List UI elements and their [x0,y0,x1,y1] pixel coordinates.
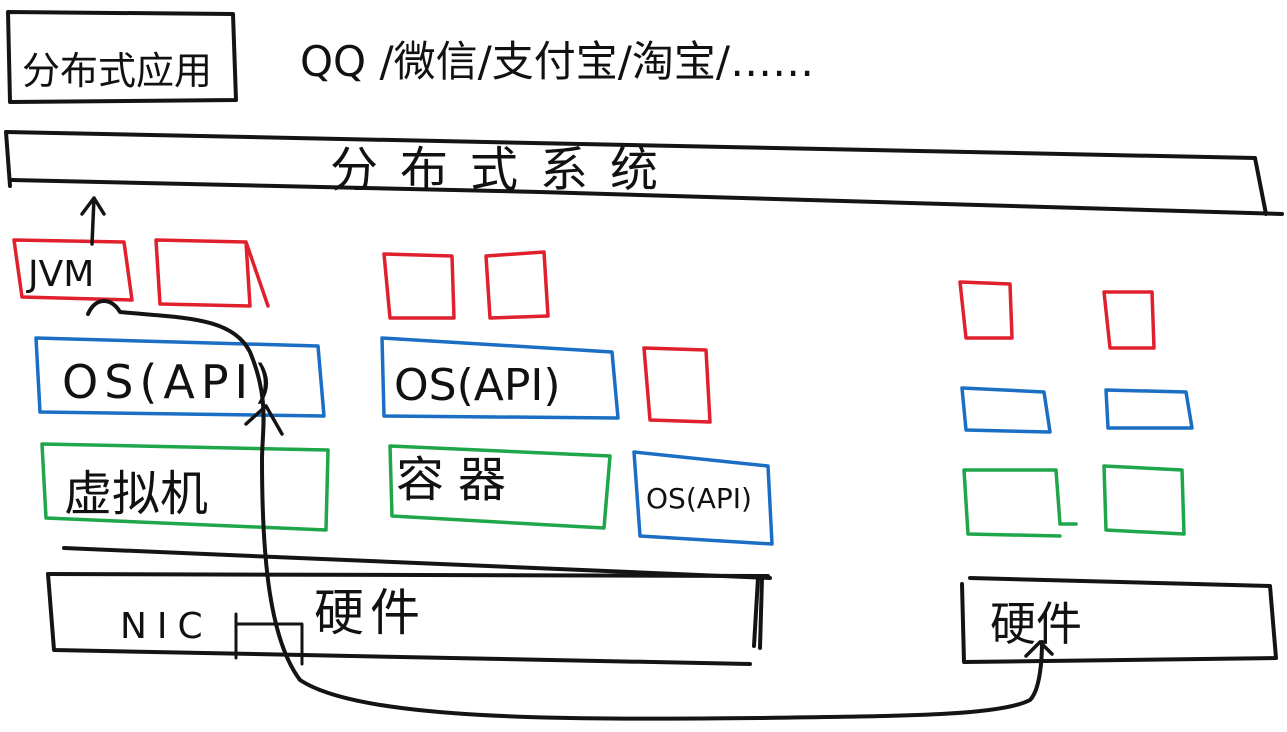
os-api-label-small: OS(API) [646,482,752,515]
os-api-label-left: OS(API) [62,355,278,409]
app-box-7 [1102,290,1156,350]
green-virtualization-boxes [40,442,1186,538]
distributed-system-label: 分布式系统 [330,142,680,198]
os-box-right-1 [960,386,1052,434]
nic-label: NIC [120,606,213,647]
app-box-4 [484,250,550,320]
jvm-up-arrow [80,196,106,246]
hardware-label-left: 硬件 [314,584,426,642]
hardware-label-right: 硬件 [990,597,1082,651]
jvm-label: JVM [26,254,94,295]
communication-path [80,196,1054,721]
app-box-3 [382,252,456,320]
app-box-5 [642,346,712,424]
app-box-6 [958,280,1014,340]
green-box-right-2 [1102,464,1186,536]
vm-label: 虚拟机 [64,466,208,522]
os-api-label-middle: OS(API) [394,360,561,411]
apps-list-label: QQ /微信/支付宝/淘宝/…… [300,37,814,86]
app-box-2 [154,238,270,308]
distributed-app-label: 分布式应用 [22,49,212,93]
green-box-right-1 [962,468,1078,538]
container-label: 容器 [396,452,520,508]
diagram-canvas: 分布式应用 QQ /微信/支付宝/淘宝/…… 分布式系统 JVM OS(API)… [4,10,1284,721]
os-box-right-2 [1104,388,1194,430]
